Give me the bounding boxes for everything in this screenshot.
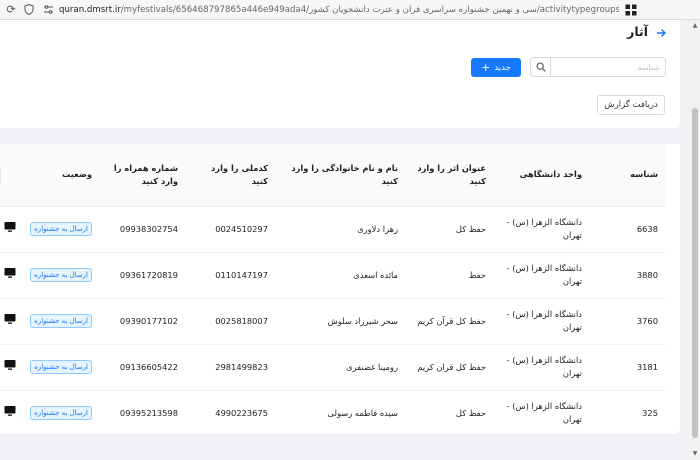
cell-actions bbox=[0, 390, 24, 437]
new-button[interactable]: جدید + bbox=[471, 58, 521, 77]
cell-id: 3181 bbox=[590, 344, 666, 391]
cell-title: حفظ bbox=[406, 252, 494, 299]
cell-national-id: 4990223675 bbox=[186, 390, 276, 437]
table-row[interactable]: 3760 دانشگاه الزهرا (س) - تهران حفظ کل ق… bbox=[0, 298, 666, 345]
table-row[interactable]: 6638 دانشگاه الزهرا (س) - تهران حفظ کل ز… bbox=[0, 206, 666, 253]
table-row[interactable]: 3181 دانشگاه الزهرا (س) - تهران حفظ کل ق… bbox=[0, 344, 666, 391]
plus-icon: + bbox=[481, 61, 491, 74]
column-header-title[interactable]: عنوان اثر را وارد کنید bbox=[0, 144, 494, 207]
cell-phone: 09390177102 bbox=[100, 298, 186, 345]
table-header-row: شناسه واحد دانشگاهی عنوان اثر را وارد کن… bbox=[0, 144, 666, 207]
cell-actions bbox=[0, 298, 24, 345]
cell-name: رومینا غضنفری bbox=[276, 344, 406, 391]
cell-title: حفظ کل bbox=[406, 206, 494, 253]
status-badge: ارسال به جشنواره bbox=[30, 268, 92, 282]
column-header-unit[interactable]: واحد دانشگاهی bbox=[0, 144, 590, 207]
cell-status: ارسال به جشنواره bbox=[24, 252, 100, 299]
search-input[interactable] bbox=[551, 58, 665, 76]
column-header-phone[interactable]: شماره همراه را وارد کنید bbox=[0, 144, 186, 207]
site-info-icon[interactable] bbox=[40, 2, 56, 18]
cell-title: حفظ کل قران کریم bbox=[406, 344, 494, 391]
column-header-status[interactable]: وضعیت bbox=[24, 144, 100, 207]
table-card: شناسه واحد دانشگاهی عنوان اثر را وارد کن… bbox=[0, 144, 680, 437]
back-arrow-icon[interactable] bbox=[655, 27, 667, 39]
monitor-icon[interactable] bbox=[4, 221, 16, 233]
cell-national-id: 2981499823 bbox=[186, 344, 276, 391]
status-badge: ارسال به جشنواره bbox=[30, 222, 92, 236]
cell-unit: دانشگاه الزهرا (س) - تهران bbox=[494, 344, 590, 391]
cell-national-id: 0024510297 bbox=[186, 206, 276, 253]
column-header-actions bbox=[0, 144, 24, 207]
cell-status: ارسال به جشنواره bbox=[24, 390, 100, 437]
cell-id: 325 bbox=[590, 390, 666, 437]
refresh-icon[interactable]: ⟳ bbox=[3, 2, 19, 18]
cell-phone: 09136605422 bbox=[100, 344, 186, 391]
cell-unit: دانشگاه الزهرا (س) - تهران bbox=[494, 206, 590, 253]
cell-actions bbox=[0, 206, 24, 253]
column-header-id[interactable]: شناسه bbox=[0, 144, 666, 207]
cell-unit: دانشگاه الزهرا (س) - تهران bbox=[494, 252, 590, 299]
cell-actions bbox=[0, 344, 24, 391]
column-header-name[interactable]: نام و نام خانوادگی را وارد کنید bbox=[0, 144, 406, 207]
monitor-icon[interactable] bbox=[4, 359, 16, 371]
status-badge: ارسال به جشنواره bbox=[30, 314, 92, 328]
table-row[interactable]: 3880 دانشگاه الزهرا (س) - تهران حفظ مائد… bbox=[0, 252, 666, 299]
scrollbar-thumb[interactable] bbox=[692, 108, 698, 438]
cell-national-id: 0110147197 bbox=[186, 252, 276, 299]
cell-name: سیده فاطمه رسولی bbox=[276, 390, 406, 437]
cell-id: 3760 bbox=[590, 298, 666, 345]
cell-phone: 09938302754 bbox=[100, 206, 186, 253]
cell-name: سحر شیرزاد سلوش bbox=[276, 298, 406, 345]
scroll-down-arrow-icon[interactable]: ▼ bbox=[690, 450, 700, 458]
search-icon[interactable] bbox=[531, 58, 551, 76]
cell-id: 6638 bbox=[590, 206, 666, 253]
url-field[interactable]: quran.dmsrt.ir/myfestivals/656468797865a… bbox=[59, 5, 619, 15]
cell-status: ارسال به جشنواره bbox=[24, 344, 100, 391]
url-domain: quran.dmsrt.ir bbox=[59, 4, 121, 15]
cell-status: ارسال به جشنواره bbox=[24, 298, 100, 345]
page-title: آثار bbox=[627, 24, 648, 39]
works-table: شناسه واحد دانشگاهی عنوان اثر را وارد کن… bbox=[0, 144, 666, 437]
cell-actions bbox=[0, 252, 24, 299]
header-card: آثار جدید + دریافت گزارش bbox=[0, 20, 680, 128]
monitor-icon[interactable] bbox=[4, 313, 16, 325]
cell-title: حفظ کل bbox=[406, 390, 494, 437]
new-button-label: جدید bbox=[494, 62, 511, 73]
column-header-national-id[interactable]: کدملی را وارد کنید bbox=[0, 144, 276, 207]
cell-id: 3880 bbox=[590, 252, 666, 299]
cell-phone: 09395213598 bbox=[100, 390, 186, 437]
extensions-icon[interactable] bbox=[623, 3, 639, 17]
tracking-protection-icon[interactable] bbox=[21, 2, 37, 18]
cell-name: مائده اسعدی bbox=[276, 252, 406, 299]
status-badge: ارسال به جشنواره bbox=[30, 360, 92, 374]
cell-name: زهرا دلاوری bbox=[276, 206, 406, 253]
download-report-button[interactable]: دریافت گزارش bbox=[597, 95, 665, 115]
status-badge: ارسال به جشنواره bbox=[30, 406, 92, 420]
cell-unit: دانشگاه الزهرا (س) - تهران bbox=[494, 298, 590, 345]
cell-title: حفظ کل قرآن کریم bbox=[406, 298, 494, 345]
search-box bbox=[530, 57, 666, 77]
browser-address-bar: ⟳ quran.dmsrt.ir/myfestivals/65646879786… bbox=[0, 0, 700, 20]
monitor-icon[interactable] bbox=[4, 267, 16, 279]
cell-status: ارسال به جشنواره bbox=[24, 206, 100, 253]
scroll-up-arrow-icon[interactable]: ▲ bbox=[690, 22, 700, 30]
monitor-icon[interactable] bbox=[4, 405, 16, 417]
cell-phone: 09361720819 bbox=[100, 252, 186, 299]
url-path: /myfestivals/656468797865a446e949ada4/سی… bbox=[120, 4, 619, 15]
cell-unit: دانشگاه الزهرا (س) - تهران bbox=[494, 390, 590, 437]
cell-national-id: 0025818007 bbox=[186, 298, 276, 345]
table-row[interactable]: 325 دانشگاه الزهرا (س) - تهران حفظ کل سی… bbox=[0, 390, 666, 437]
